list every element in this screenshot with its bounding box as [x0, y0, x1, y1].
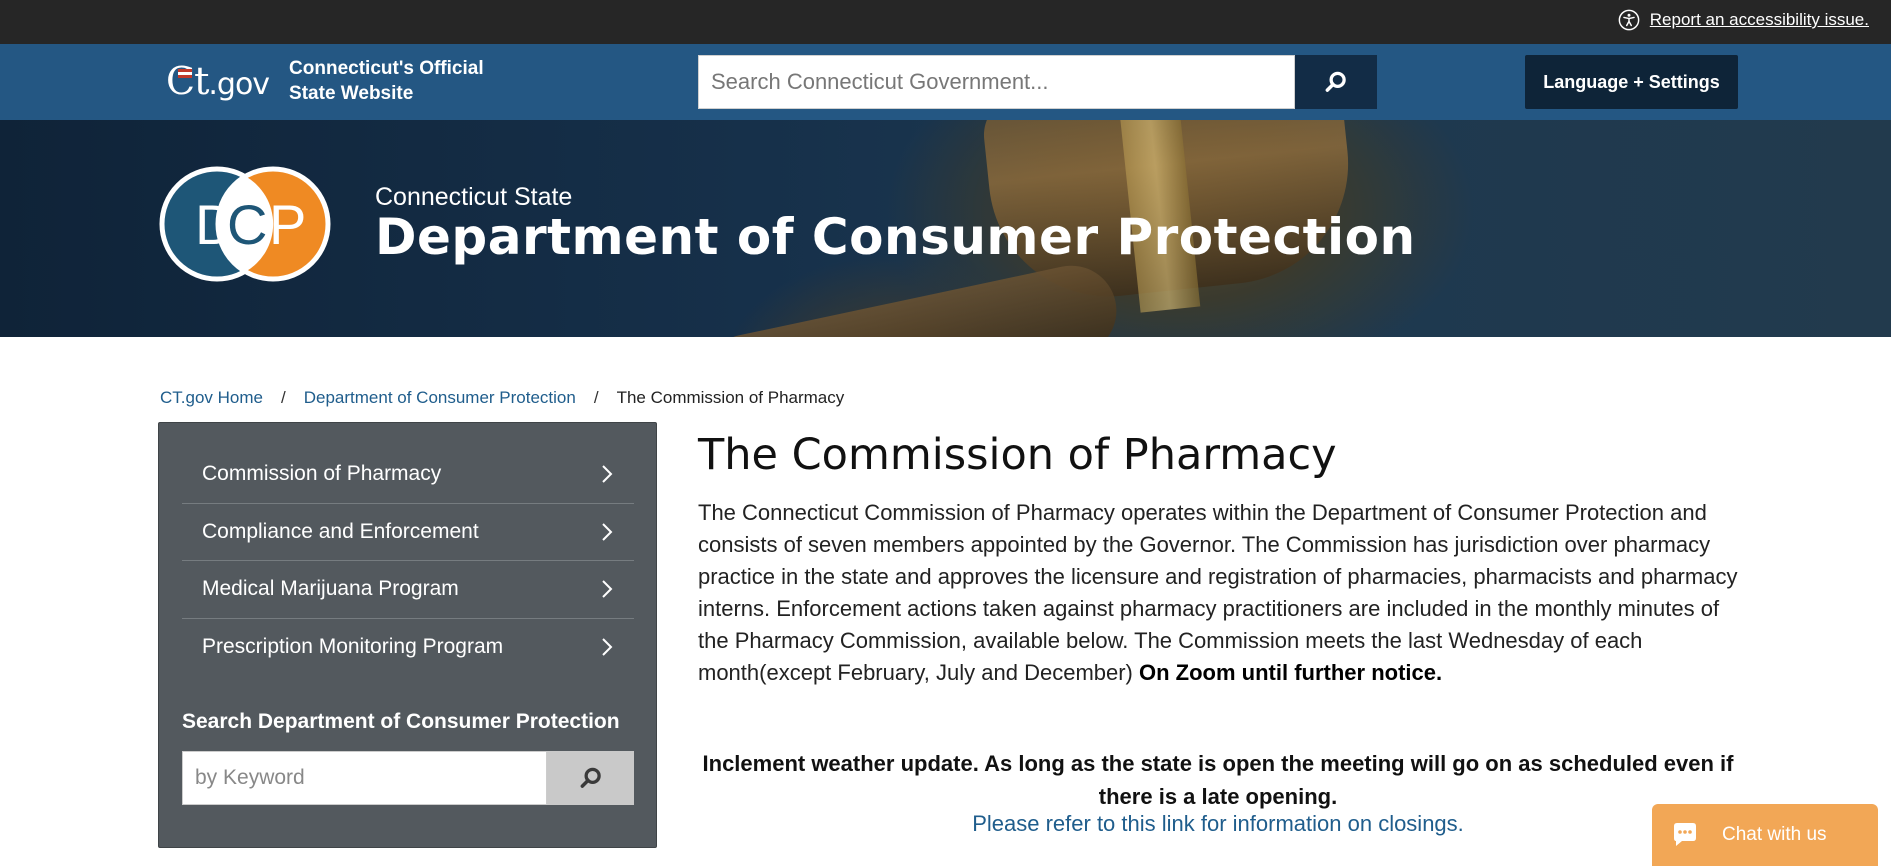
sidebar-item-prescription-monitoring-program[interactable]: Prescription Monitoring Program — [182, 618, 634, 675]
dcp-logo-c: C — [227, 193, 267, 256]
chat-bubble-icon — [1674, 823, 1696, 846]
chevron-right-icon — [602, 464, 613, 483]
intro-bold-text: On Zoom until further notice. — [1139, 660, 1443, 685]
sidebar-item-label: Medical Marijuana Program — [202, 577, 459, 600]
ctgov-logo-ct: Ct — [166, 59, 209, 103]
sidebar-item-medical-marijuana-program[interactable]: Medical Marijuana Program — [182, 560, 634, 617]
dcp-logo-p: P — [269, 193, 306, 256]
sidebar: Commission of Pharmacy Compliance and En… — [158, 422, 657, 848]
sidebar-search-button[interactable] — [547, 751, 634, 805]
page-title: The Commission of Pharmacy — [698, 430, 1337, 480]
sidebar-item-label: Commission of Pharmacy — [202, 461, 442, 485]
language-settings-button[interactable]: Language + Settings — [1525, 55, 1738, 109]
search-icon — [580, 767, 601, 788]
site-search-button[interactable] — [1295, 55, 1377, 109]
breadcrumb-department[interactable]: Department of Consumer Protection — [304, 388, 576, 408]
department-title: Department of Consumer Protection — [375, 208, 1416, 266]
weather-notice: Inclement weather update. As long as the… — [702, 751, 1734, 809]
ctgov-logo-mark: Ct.gov — [166, 59, 270, 103]
breadcrumb-current: The Commission of Pharmacy — [616, 388, 845, 407]
utility-bar: Report an accessibility issue. — [0, 0, 1891, 44]
sidebar-search-input[interactable] — [182, 751, 547, 805]
chevron-right-icon — [602, 523, 613, 541]
ctgov-tagline-line2: State Website — [289, 83, 414, 104]
chat-label: Chat with us — [1722, 824, 1827, 845]
chevron-right-icon — [602, 638, 613, 656]
breadcrumb: CT.gov Home / Department of Consumer Pro… — [160, 388, 844, 408]
accessibility-report-link[interactable]: Report an accessibility issue. — [1618, 9, 1869, 31]
intro-text: The Connecticut Commission of Pharmacy o… — [698, 500, 1738, 685]
gavel-handle-image — [695, 257, 1125, 337]
header-bar: Ct.gov Connecticut's Official State Webs… — [0, 44, 1891, 120]
sidebar-item-label: Prescription Monitoring Program — [202, 635, 504, 658]
ctgov-logo-gov: .gov — [208, 67, 270, 102]
sidebar-item-compliance-and-enforcement[interactable]: Compliance and Enforcement — [182, 503, 634, 560]
chat-widget[interactable]: Chat with us — [1652, 804, 1878, 866]
breadcrumb-home[interactable]: CT.gov Home — [160, 388, 263, 408]
breadcrumb-separator: / — [593, 388, 599, 407]
search-icon — [1325, 71, 1346, 92]
dcp-logo[interactable]: D C P — [159, 166, 331, 282]
site-search — [698, 55, 1377, 109]
site-search-input[interactable] — [698, 55, 1295, 109]
ctgov-tagline-line1: Connecticut's Official — [289, 58, 484, 79]
ctgov-tagline: Connecticut's Official State Website — [289, 56, 484, 106]
closings-link[interactable]: Please refer to this link for informatio… — [698, 811, 1738, 837]
chevron-right-icon — [602, 580, 613, 598]
breadcrumb-separator: / — [280, 388, 286, 407]
ctgov-logo[interactable]: Ct.gov Connecticut's Official State Webs… — [166, 56, 484, 106]
hero-banner: D C P Connecticut State Department of Co… — [0, 120, 1891, 337]
sidebar-search — [182, 751, 634, 805]
accessibility-icon — [1618, 9, 1640, 31]
sidebar-item-label: Compliance and Enforcement — [202, 520, 479, 543]
flag-icon — [178, 69, 192, 78]
accessibility-link-text: Report an accessibility issue. — [1649, 10, 1869, 29]
intro-paragraph: The Connecticut Commission of Pharmacy o… — [698, 497, 1738, 689]
sidebar-item-commission-of-pharmacy[interactable]: Commission of Pharmacy — [182, 445, 634, 502]
sidebar-search-title: Search Department of Consumer Protection — [182, 710, 620, 733]
